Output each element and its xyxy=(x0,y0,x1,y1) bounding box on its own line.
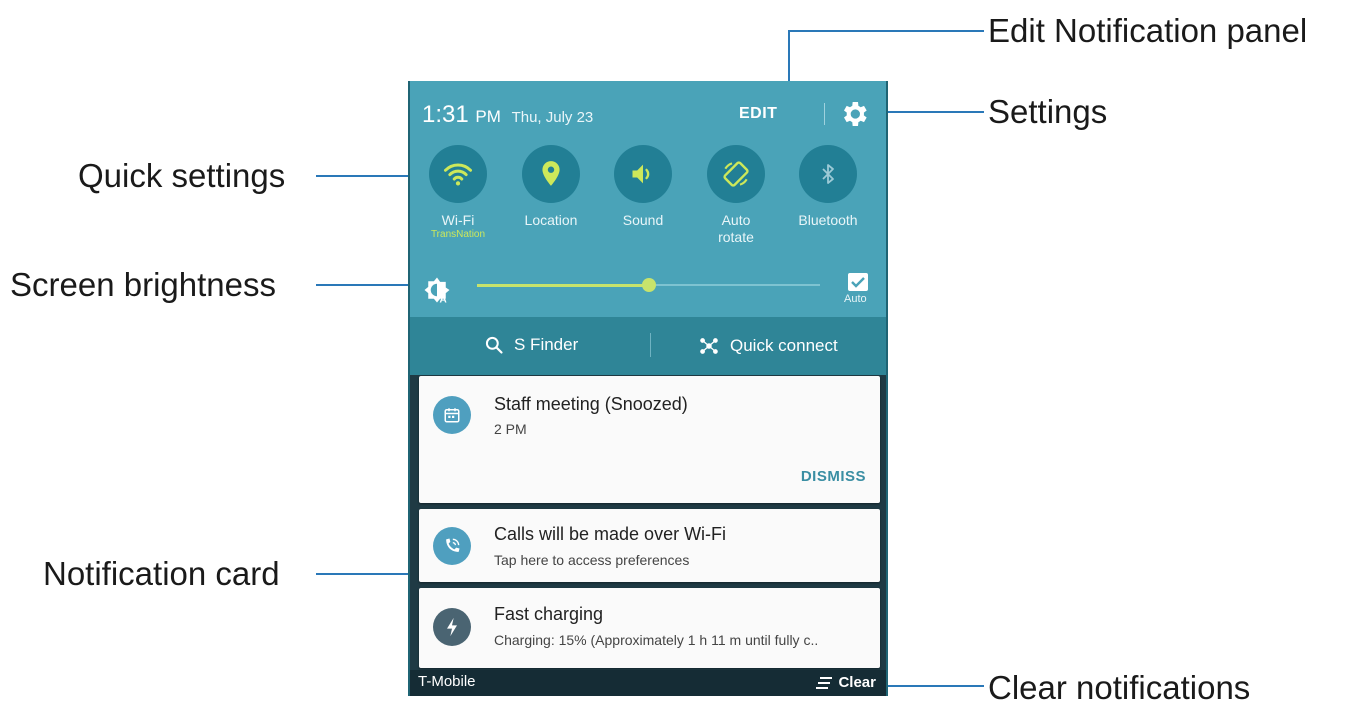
tile-auto-rotate-label: Auto rotate xyxy=(692,212,780,246)
notification-card[interactable]: Staff meeting (Snoozed) 2 PM DISMISS xyxy=(419,376,880,503)
status-time: 1:31 PM Thu, July 23 xyxy=(422,101,593,129)
callout-edit-notification-panel: Edit Notification panel xyxy=(988,12,1308,49)
location-icon xyxy=(522,145,580,203)
finder-divider xyxy=(650,333,651,357)
tile-auto-rotate-label-line1: Auto xyxy=(721,212,751,228)
bluetooth-icon xyxy=(799,145,857,203)
notification-card[interactable]: Calls will be made over Wi-Fi Tap here t… xyxy=(419,509,880,582)
s-finder-button[interactable]: S Finder xyxy=(484,335,578,355)
callout-clear-notifications: Clear notifications xyxy=(988,669,1251,706)
tile-wifi-label: Wi-Fi xyxy=(441,212,475,228)
notification-subtitle: Tap here to access preferences xyxy=(494,552,690,568)
callout-line-edit-drop xyxy=(788,30,790,82)
notification-title: Calls will be made over Wi-Fi xyxy=(494,524,727,544)
quick-connect-button[interactable]: Quick connect xyxy=(698,335,838,357)
notification-title: Staff meeting (Snoozed) xyxy=(494,394,688,414)
callout-quick-settings: Quick settings xyxy=(78,157,286,194)
wifi-icon xyxy=(429,145,487,203)
tile-location[interactable]: Location xyxy=(507,145,595,229)
time-value: 1:31 xyxy=(422,101,469,128)
tile-auto-rotate[interactable]: Auto rotate xyxy=(692,145,780,246)
status-date: Thu, July 23 xyxy=(511,109,594,126)
brightness-row: A Auto xyxy=(410,271,886,311)
dismiss-button[interactable]: DISMISS xyxy=(801,468,866,485)
callout-line-notification xyxy=(316,573,408,575)
carrier-label: T-Mobile xyxy=(418,673,476,690)
clear-label: Clear xyxy=(838,674,876,691)
tile-wifi-network: TransNation xyxy=(430,229,486,240)
edit-divider xyxy=(824,103,825,125)
svg-text:A: A xyxy=(440,295,447,306)
notification-subtitle: 2 PM xyxy=(494,421,527,437)
callout-line-clear xyxy=(886,685,984,687)
callout-line-brightness xyxy=(316,284,408,286)
tile-location-label: Location xyxy=(524,212,578,228)
quick-settings-area: 1:31 PM Thu, July 23 EDIT Wi-Fi TransNat… xyxy=(410,81,886,317)
tile-bluetooth[interactable]: Bluetooth xyxy=(784,145,872,229)
brightness-track xyxy=(650,284,820,286)
brightness-icon: A xyxy=(424,277,450,306)
calendar-icon xyxy=(433,396,471,434)
edit-button[interactable]: EDIT xyxy=(739,105,777,123)
auto-rotate-icon xyxy=(707,145,765,203)
notification-panel: 1:31 PM Thu, July 23 EDIT Wi-Fi TransNat… xyxy=(408,81,888,696)
tile-sound[interactable]: Sound xyxy=(599,145,687,229)
finder-row: S Finder Quick connect xyxy=(410,317,886,375)
callout-line-settings xyxy=(886,111,984,113)
quick-connect-label: Quick connect xyxy=(730,336,838,355)
bottom-bar: T-Mobile Clear xyxy=(410,670,886,696)
wifi-call-icon xyxy=(433,527,471,565)
notification-subtitle: Charging: 15% (Approximately 1 h 11 m un… xyxy=(494,632,819,648)
s-finder-label: S Finder xyxy=(514,335,579,354)
time-ampm: PM xyxy=(475,107,501,126)
quick-connect-icon xyxy=(700,338,718,354)
callout-line-quick-settings xyxy=(316,175,408,177)
brightness-slider-thumb[interactable] xyxy=(642,278,656,292)
tile-bluetooth-label: Bluetooth xyxy=(798,212,858,228)
lightning-icon xyxy=(433,608,471,646)
tile-wifi[interactable]: Wi-Fi TransNation xyxy=(414,145,502,240)
clear-button[interactable]: Clear xyxy=(816,674,876,691)
tile-auto-rotate-label-line2: rotate xyxy=(718,229,754,245)
callout-notification-card: Notification card xyxy=(43,555,280,592)
callout-line-edit xyxy=(788,30,984,32)
notifications-area: Staff meeting (Snoozed) 2 PM DISMISS Cal… xyxy=(410,375,886,696)
search-icon xyxy=(485,336,503,354)
gear-icon[interactable] xyxy=(838,98,870,130)
clear-icon xyxy=(816,676,833,689)
callout-screen-brightness: Screen brightness xyxy=(10,266,276,303)
sound-icon xyxy=(614,145,672,203)
tile-sound-label: Sound xyxy=(622,212,664,228)
notification-title: Fast charging xyxy=(494,604,604,624)
auto-brightness-label: Auto xyxy=(844,293,867,305)
callout-settings: Settings xyxy=(988,93,1108,130)
auto-brightness-checkbox[interactable] xyxy=(848,273,868,291)
notification-card[interactable]: Fast charging Charging: 15% (Approximate… xyxy=(419,588,880,668)
brightness-track-filled xyxy=(477,284,650,287)
